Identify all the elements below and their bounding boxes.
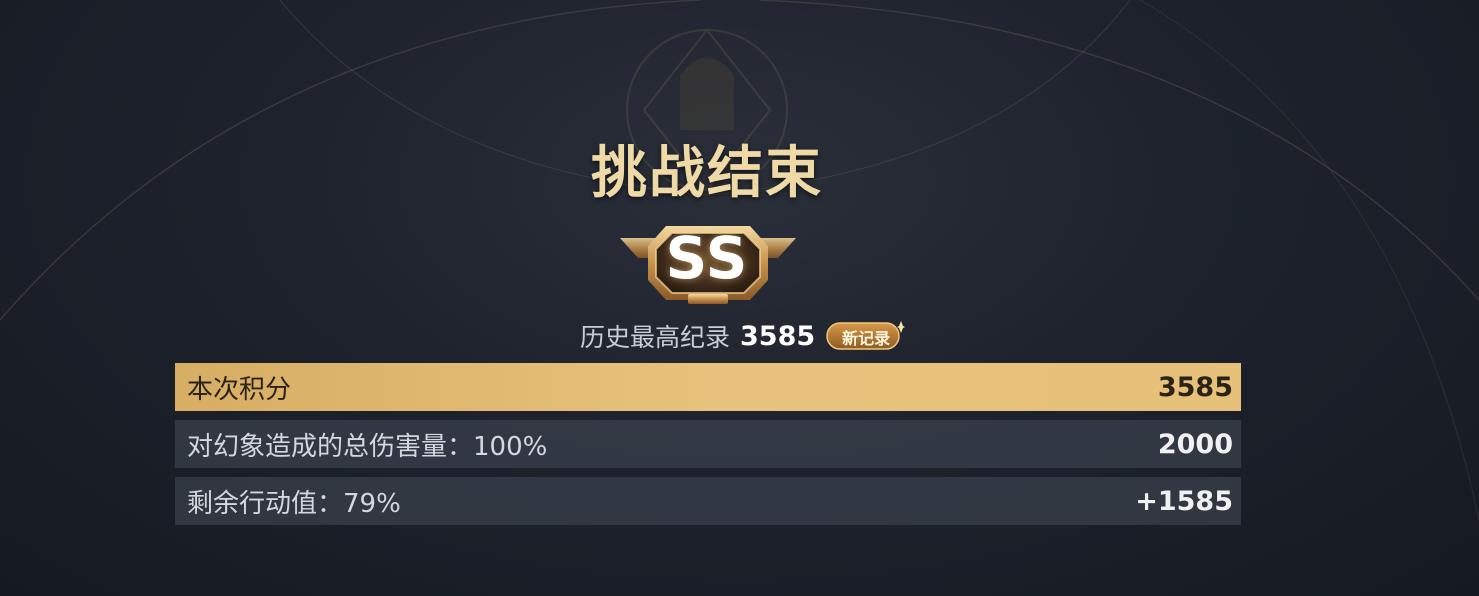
rank-grade: SS [665, 224, 749, 292]
new-record-badge-label: 新记录 [842, 329, 891, 348]
score-row-label: 本次积分 [187, 374, 292, 405]
new-record-badge: 新记录 [821, 319, 906, 353]
challenge-end-title: 挑战结束 [591, 141, 823, 206]
score-row-value: 3585 [1157, 371, 1233, 403]
best-record-label: 历史最高纪录 [580, 323, 731, 352]
best-record: 历史最高纪录 3585 新记录 [580, 318, 906, 354]
score-breakdown: 本次积分 3585 对幻象造成的总伤害量：100% 2000 剩余行动值：79%… [175, 363, 1241, 534]
score-row-label: 剩余行动值：79% [187, 488, 401, 519]
score-row-value: +1585 [1135, 485, 1233, 517]
score-row-value: 2000 [1157, 428, 1233, 460]
score-row-label: 对幻象造成的总伤害量：100% [187, 431, 548, 462]
best-record-value: 3585 [740, 320, 816, 352]
score-row-damage: 对幻象造成的总伤害量：100% 2000 [175, 420, 1241, 468]
score-row-action-value: 剩余行动值：79% +1585 [175, 477, 1241, 525]
score-row-total: 本次积分 3585 [175, 363, 1241, 411]
